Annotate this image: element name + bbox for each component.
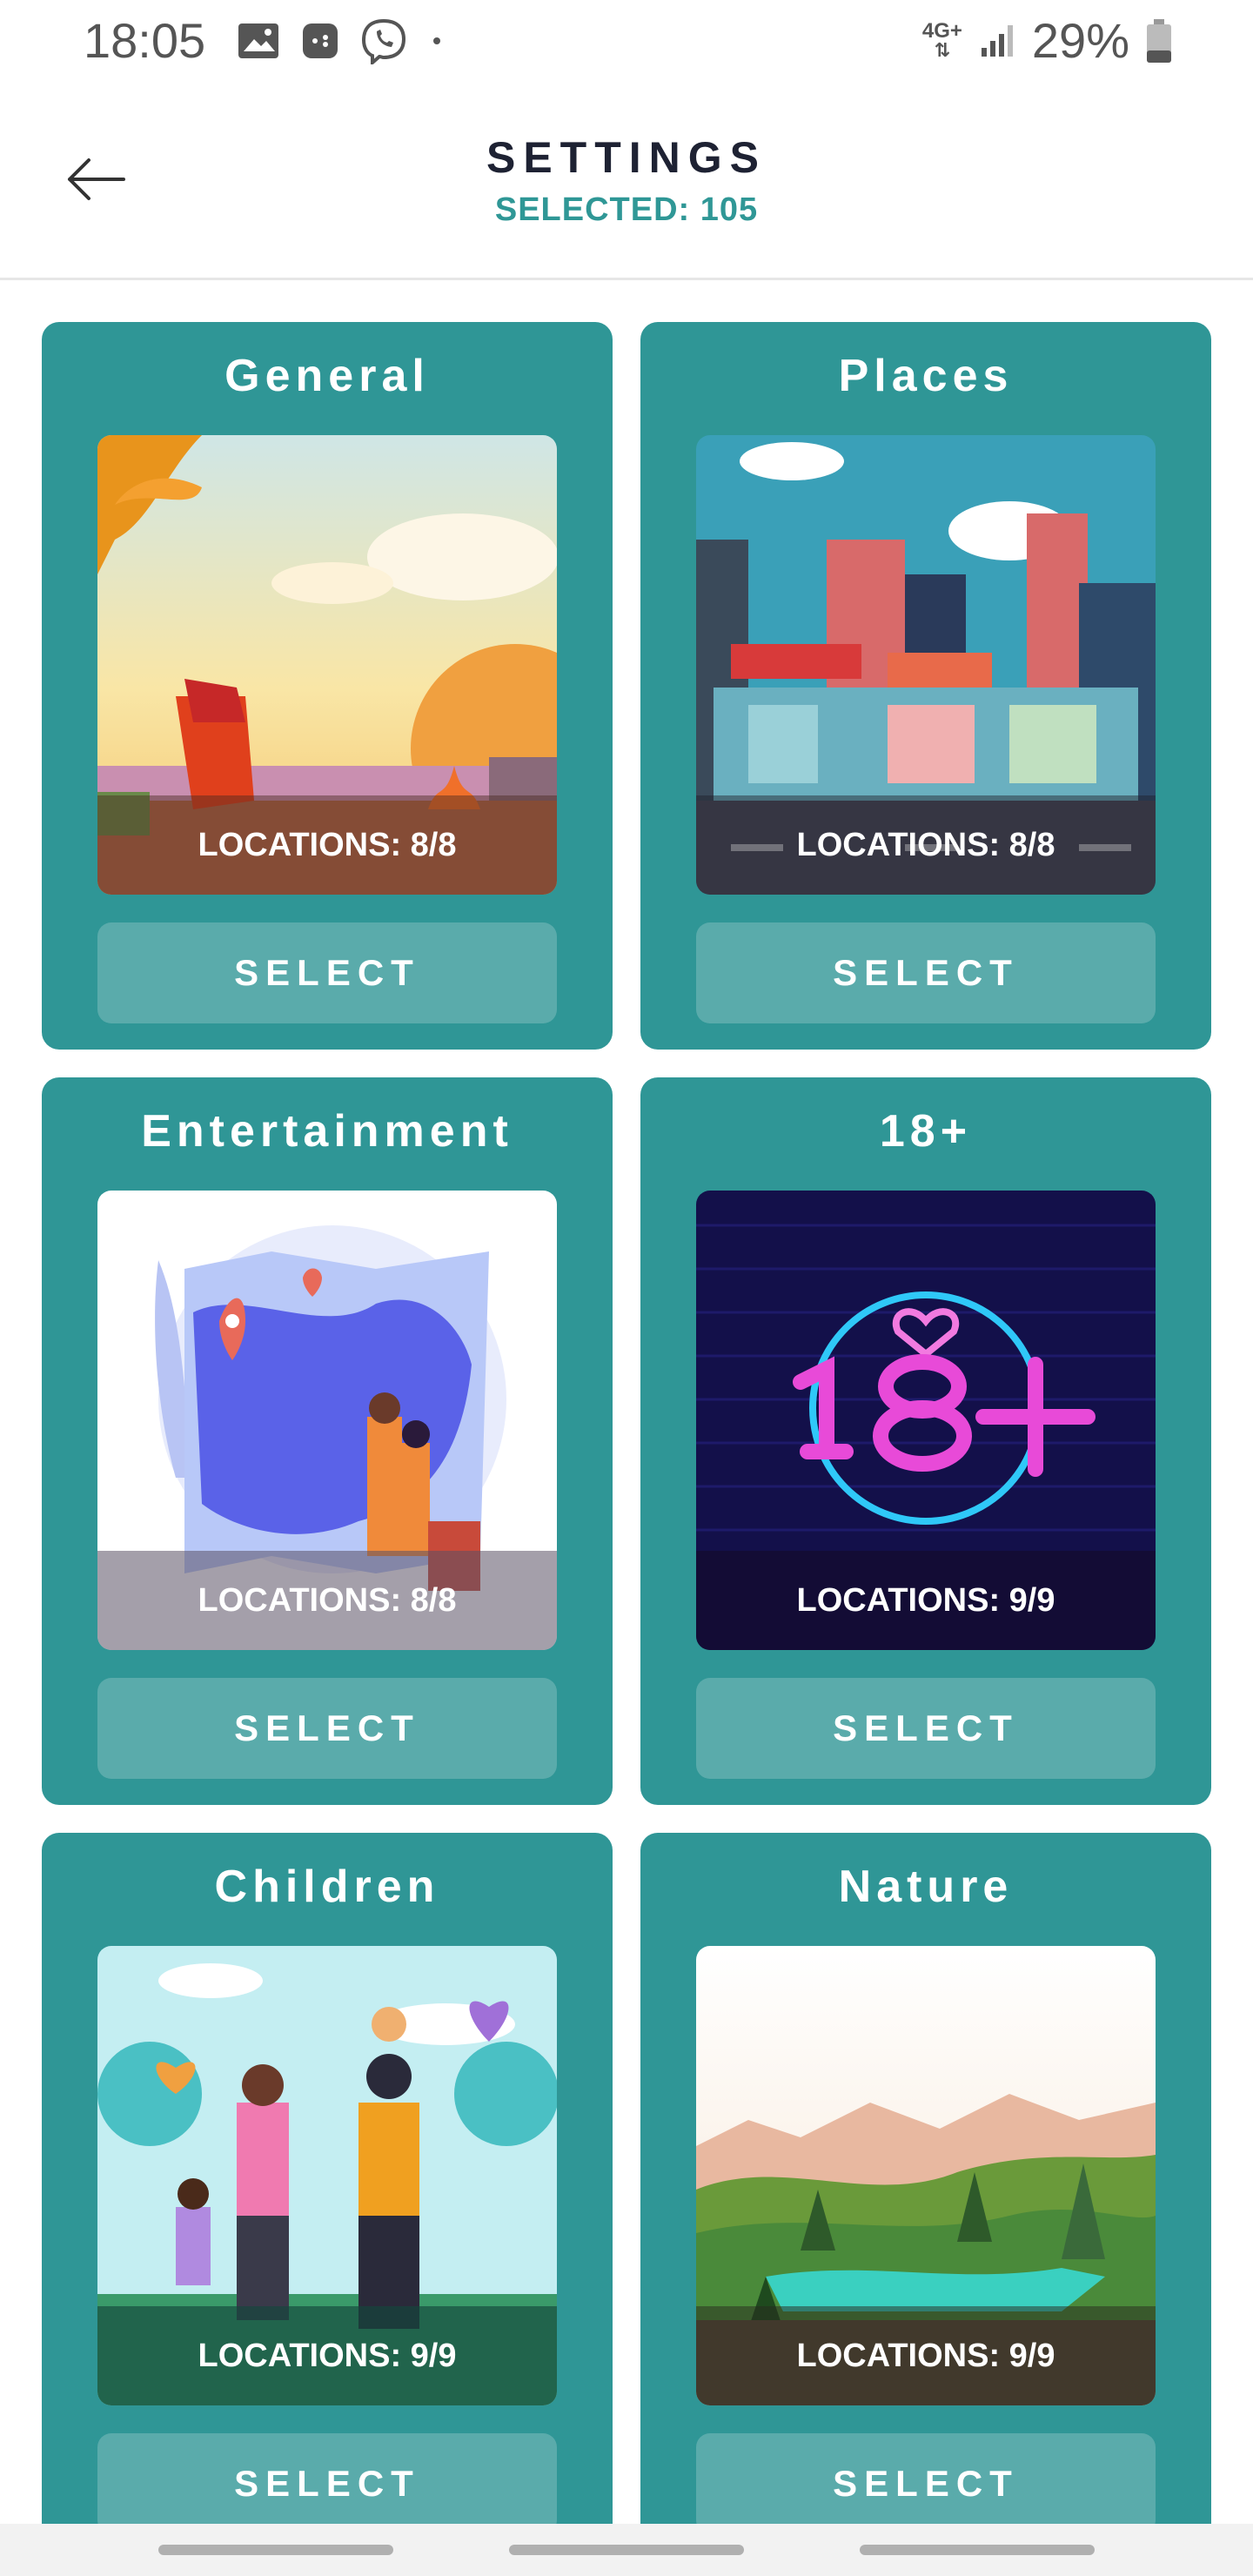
category-title: Places xyxy=(838,351,1014,401)
category-title: General xyxy=(224,351,430,401)
nav-back-button[interactable] xyxy=(860,2545,1095,2555)
category-title: 18+ xyxy=(879,1106,973,1157)
category-title: Children xyxy=(214,1862,440,1912)
category-card-nature: Nature LOCATIONS: 9/9 SELECT xyxy=(640,1833,1211,2560)
category-image[interactable]: LOCATIONS: 9/9 xyxy=(696,1946,1156,2405)
locations-label: LOCATIONS: 9/9 xyxy=(696,1551,1156,1650)
category-image[interactable]: LOCATIONS: 8/8 xyxy=(696,435,1156,895)
select-button[interactable]: SELECT xyxy=(97,1678,557,1779)
notification-icons xyxy=(237,17,446,64)
select-button[interactable]: SELECT xyxy=(97,922,557,1023)
category-card-children: Children LOCATIONS: 9/9 SELECT xyxy=(42,1833,613,2560)
category-title: Entertainment xyxy=(141,1106,513,1157)
select-button[interactable]: SELECT xyxy=(97,2433,557,2534)
category-title: Nature xyxy=(838,1862,1014,1912)
system-nav-bar xyxy=(0,2524,1253,2576)
select-button[interactable]: SELECT xyxy=(696,1678,1156,1779)
locations-label: LOCATIONS: 8/8 xyxy=(97,1551,557,1650)
nav-recents-button[interactable] xyxy=(158,2545,393,2555)
locations-label: LOCATIONS: 8/8 xyxy=(97,795,557,895)
network-icon: 4G+ ⇅ xyxy=(921,18,962,61)
image-icon xyxy=(237,22,280,60)
select-button[interactable]: SELECT xyxy=(696,922,1156,1023)
viber-icon xyxy=(360,17,407,64)
locations-label: LOCATIONS: 9/9 xyxy=(97,2306,557,2405)
game-icon xyxy=(301,22,339,60)
nav-home-button[interactable] xyxy=(509,2545,744,2555)
page-title: SETTINGS xyxy=(486,133,767,182)
category-card-18-plus: 18+ LOCATIONS: 9/9 SELECT xyxy=(640,1077,1211,1805)
category-card-entertainment: Entertainment LOCATIONS: 8/8 SELECT xyxy=(42,1077,613,1805)
category-image[interactable]: LOCATIONS: 9/9 xyxy=(696,1191,1156,1650)
category-image[interactable]: LOCATIONS: 8/8 xyxy=(97,1191,557,1650)
category-card-places: Places LOCATIONS: 8/8 SELECT xyxy=(640,322,1211,1050)
battery-icon xyxy=(1145,17,1173,64)
locations-label: LOCATIONS: 8/8 xyxy=(696,795,1156,895)
network-label: 4G+ xyxy=(921,18,962,43)
dot-icon xyxy=(428,32,446,50)
status-right: 4G+ ⇅ 29% xyxy=(922,12,1173,69)
status-bar: 18:05 4G+ ⇅ 29% xyxy=(0,0,1253,87)
battery-percent: 29% xyxy=(1031,13,1129,68)
category-image[interactable]: LOCATIONS: 9/9 xyxy=(97,1946,557,2405)
category-image[interactable]: LOCATIONS: 8/8 xyxy=(97,435,557,895)
signal-icon xyxy=(978,22,1016,60)
locations-label: LOCATIONS: 9/9 xyxy=(696,2306,1156,2405)
category-card-general: General LOCATIONS: 8/8 SELECT xyxy=(42,322,613,1050)
status-time: 18:05 xyxy=(84,13,206,68)
selected-count: SELECTED: 105 xyxy=(494,191,759,228)
app-header: SETTINGS SELECTED: 105 xyxy=(0,87,1253,280)
select-button[interactable]: SELECT xyxy=(696,2433,1156,2534)
